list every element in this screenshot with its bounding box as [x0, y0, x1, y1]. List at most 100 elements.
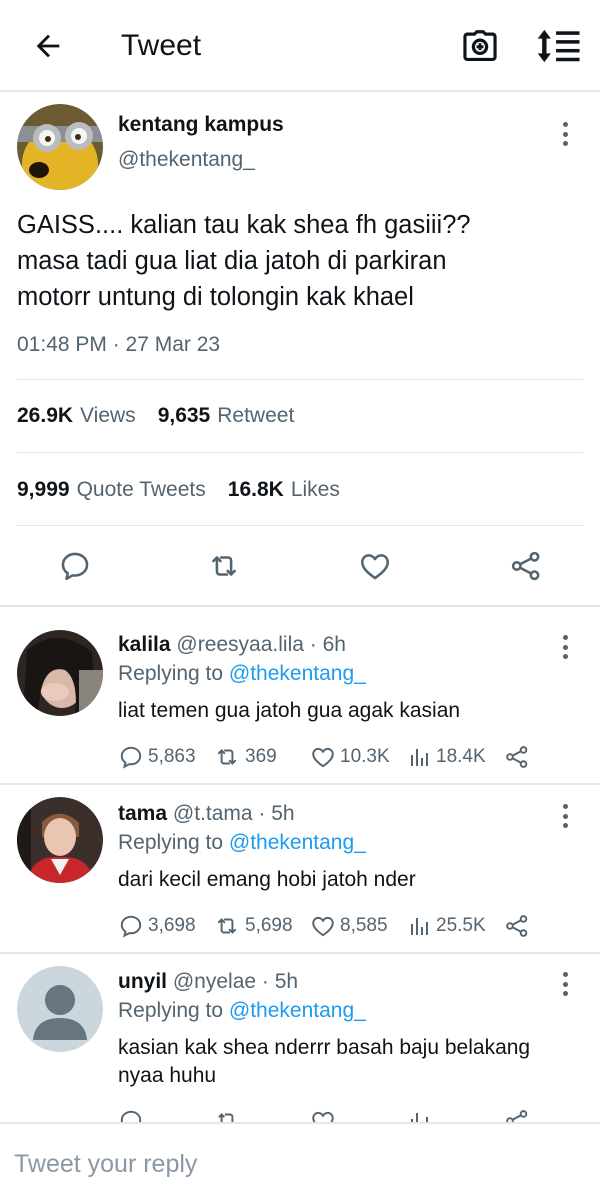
reply-icon[interactable] [118, 1106, 148, 1122]
stats-row: 9,999 Quote Tweets 16.8K Likes [17, 478, 362, 502]
separator-dot: · [309, 633, 317, 656]
reply-display-name[interactable]: kalila [118, 633, 171, 656]
reply-text-line: kasian kak shea nderrr basah baju belaka… [118, 1036, 531, 1059]
reply-text: liat temen gua jatoh gua agak kasian [118, 699, 461, 722]
reply-header: unyil @nyelae · 5h [118, 970, 298, 994]
views-icon[interactable] [408, 1106, 436, 1122]
retweet-button[interactable]: 5,698 [213, 911, 293, 941]
mention-link[interactable]: @thekentang_ [229, 999, 366, 1022]
arrow-left-icon[interactable] [28, 26, 68, 66]
reply-handle[interactable]: @reesyaa.lila [176, 633, 304, 656]
retweet-button[interactable]: 369 [213, 742, 277, 772]
retweet-icon [217, 918, 237, 934]
mention-link[interactable]: @thekentang_ [229, 662, 366, 685]
like-icon[interactable] [310, 1106, 340, 1122]
replying-to: Replying to @thekentang_ [118, 831, 366, 855]
separator-dot: · [261, 970, 269, 993]
views-button[interactable]: 18.4K [408, 742, 486, 772]
replying-to: Replying to @thekentang_ [118, 662, 366, 686]
tweet-text-line: masa tadi gua liat dia jatoh di parkiran [17, 247, 447, 275]
like-icon [312, 747, 334, 768]
reply-header: tama @t.tama · 5h [118, 802, 295, 826]
reply-composer [0, 1122, 600, 1200]
tweet-text: GAISS.... kalian tau kak shea fh gasiii?… [17, 207, 577, 315]
reply-text-line: nyaa huhu [118, 1064, 217, 1087]
retweet-icon[interactable] [213, 1106, 245, 1122]
tweet-actions [0, 544, 600, 588]
replying-prefix: Replying to [118, 831, 229, 854]
quote-label[interactable]: Quote Tweets [77, 478, 206, 502]
views-button[interactable]: 25.5K [408, 911, 486, 941]
reply-item[interactable]: tama @t.tama · 5h Replying to @thekentan… [0, 785, 600, 952]
reply-item[interactable]: unyil @nyelae · 5h Replying to @thekenta… [0, 954, 600, 1122]
like-button[interactable]: 8,585 [310, 911, 388, 941]
views-label: Views [80, 404, 136, 427]
tweet-text-line: motorr untung di tolongin kak khael [17, 283, 414, 311]
quote-count[interactable]: 9,999 [17, 478, 70, 502]
share-icon[interactable] [504, 911, 534, 941]
reply-item[interactable]: kalila @reesyaa.lila · 6h Replying to @t… [0, 607, 600, 783]
reply-text: dari kecil emang hobi jatoh nder [118, 868, 416, 891]
reply-time: 6h [322, 633, 346, 656]
retweet-count[interactable]: 9,635 [158, 404, 211, 428]
page-title: Tweet [121, 29, 202, 62]
retweet-count: 369 [245, 746, 277, 767]
avatar[interactable] [17, 104, 103, 190]
retweet-label[interactable]: Retweet [217, 404, 294, 428]
reply-input[interactable] [14, 1146, 574, 1182]
like-button[interactable]: 10.3K [310, 742, 390, 772]
reply-actions: 3,698 5,698 8,585 25.5K [118, 911, 588, 941]
reply-actions [118, 1106, 588, 1122]
reply-display-name[interactable]: unyil [118, 970, 167, 993]
camera-plus-icon[interactable] [458, 24, 502, 68]
user-handle[interactable]: @thekentang_ [118, 148, 255, 172]
view-count: 25.5K [436, 915, 486, 936]
more-options-icon[interactable] [555, 970, 575, 998]
mention-link[interactable]: @thekentang_ [229, 831, 366, 854]
more-options-icon[interactable] [555, 120, 575, 148]
reply-display-name[interactable]: tama [118, 802, 167, 825]
reply-count: 3,698 [148, 915, 196, 936]
views-icon [411, 749, 428, 766]
reply-header: kalila @reesyaa.lila · 6h [118, 633, 346, 657]
share-icon[interactable] [504, 1106, 534, 1122]
reply-button[interactable]: 5,863 [118, 742, 196, 772]
like-icon [312, 916, 334, 937]
share-icon[interactable] [504, 742, 534, 772]
replying-prefix: Replying to [118, 662, 229, 685]
reply-icon[interactable] [55, 546, 95, 586]
retweet-count: 5,698 [245, 915, 293, 936]
retweet-icon[interactable] [204, 546, 244, 586]
avatar[interactable] [17, 797, 103, 883]
views-count: 26.9K [17, 404, 74, 427]
reply-time: 5h [274, 970, 299, 993]
display-name[interactable]: kentang kampus [118, 113, 284, 137]
tweet-text-line: GAISS.... kalian tau kak shea fh gasiii?… [17, 211, 471, 239]
divider [17, 379, 583, 380]
more-options-icon[interactable] [555, 802, 575, 830]
divider [17, 452, 583, 453]
likes-count[interactable]: 16.8K [228, 478, 284, 502]
more-options-icon[interactable] [555, 633, 575, 661]
retweet-icon [217, 749, 237, 765]
avatar[interactable] [17, 966, 103, 1052]
replying-to: Replying to @thekentang_ [118, 999, 366, 1023]
like-icon[interactable] [355, 546, 395, 586]
top-bar: Tweet [0, 0, 600, 92]
views-icon [411, 918, 428, 935]
separator-dot: · [258, 802, 266, 825]
reply-button[interactable]: 3,698 [118, 911, 196, 941]
reply-count: 5,863 [148, 746, 196, 767]
view-count: 18.4K [436, 746, 486, 767]
tweet-timestamp: 01:48 PM · 27 Mar 23 [17, 333, 221, 356]
reply-actions: 5,863 369 10.3K 18.4K [118, 742, 588, 772]
divider [17, 525, 583, 526]
like-count: 8,585 [340, 915, 388, 936]
reply-handle[interactable]: @t.tama [173, 802, 253, 825]
reply-handle[interactable]: @nyelae [173, 970, 256, 993]
likes-label[interactable]: Likes [291, 478, 340, 502]
reply-icon [120, 746, 142, 769]
sort-icon[interactable] [536, 24, 582, 68]
avatar[interactable] [17, 630, 103, 716]
share-icon[interactable] [506, 546, 546, 586]
